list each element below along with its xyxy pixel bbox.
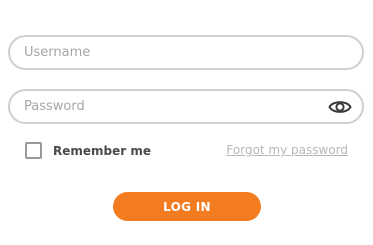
username-field[interactable]: [8, 35, 364, 70]
eye-icon[interactable]: [328, 97, 352, 117]
password-field[interactable]: [8, 89, 364, 124]
checkbox-box[interactable]: [25, 142, 42, 159]
remember-me-label: Remember me: [53, 143, 151, 158]
remember-me-checkbox[interactable]: Remember me: [25, 142, 151, 159]
login-button[interactable]: LOG IN: [113, 192, 261, 221]
username-input[interactable]: [24, 37, 324, 68]
password-input[interactable]: [24, 91, 324, 122]
forgot-password-link[interactable]: Forgot my password: [226, 143, 348, 157]
